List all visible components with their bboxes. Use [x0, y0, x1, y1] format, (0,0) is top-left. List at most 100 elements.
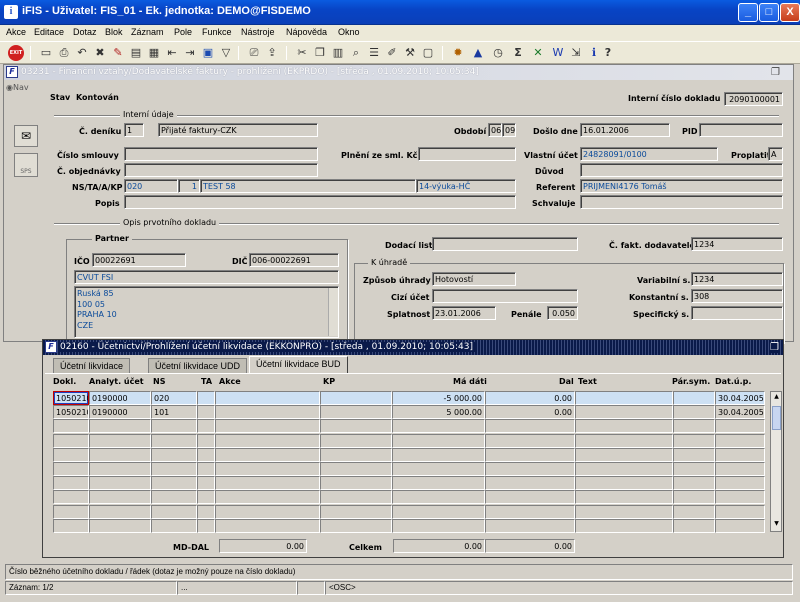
cell-ns[interactable] [151, 462, 197, 476]
cell-par-sym[interactable] [673, 433, 715, 448]
cell-dal[interactable] [485, 462, 575, 476]
cizi-ucet-field[interactable] [432, 289, 578, 303]
menu-editace[interactable]: Editace [34, 27, 64, 37]
address-scrollbar[interactable] [328, 288, 338, 336]
cell-dat-up[interactable]: 30.04.2005 [715, 391, 765, 405]
cell-dokl[interactable]: 1050210 [53, 391, 89, 405]
cell-ns[interactable] [151, 504, 197, 519]
menu-zaznam[interactable]: Záznam [131, 27, 164, 37]
window-icon[interactable]: ▢ [420, 45, 436, 61]
list-values-icon[interactable]: ☰ [366, 45, 382, 61]
cell-kp[interactable] [320, 518, 392, 533]
cell-akce[interactable] [215, 476, 320, 491]
cell-dal[interactable] [485, 447, 575, 462]
cell-par-sym[interactable] [673, 490, 715, 505]
settings-icon[interactable]: ✹ [450, 45, 466, 61]
cell-ta[interactable] [197, 405, 215, 420]
cell-analyt-ucet[interactable] [89, 504, 151, 519]
restore-window-icon[interactable]: ❐ [771, 67, 780, 78]
help-icon[interactable]: ? [600, 45, 616, 61]
cell-analyt-ucet[interactable] [89, 462, 151, 476]
scroll-up-icon[interactable]: ▲ [772, 393, 781, 403]
cell-dokl[interactable] [53, 476, 89, 491]
cell-text[interactable] [575, 391, 673, 405]
print-icon[interactable]: ⎙ [56, 45, 72, 61]
exit-icon[interactable]: EXIT [8, 45, 24, 61]
cell-dat-up[interactable] [715, 462, 765, 476]
cell-akce[interactable] [215, 504, 320, 519]
cell-text[interactable] [575, 447, 673, 462]
filter-icon[interactable]: ▽ [218, 45, 234, 61]
cell-par-sym[interactable] [673, 476, 715, 491]
schvaluje-field[interactable] [580, 195, 783, 209]
splatnost-field[interactable]: 23.01.2006 [432, 306, 496, 320]
cell-ns[interactable] [151, 419, 197, 434]
cell-dokl[interactable] [53, 490, 89, 505]
cell-analyt-ucet[interactable]: 0190000 [89, 391, 151, 405]
ta-field[interactable]: 1 [178, 179, 200, 193]
tools-icon[interactable]: ⚒ [402, 45, 418, 61]
cell-ta[interactable] [197, 433, 215, 448]
konstantni-field[interactable]: 308 [691, 289, 783, 303]
cell-ma-dati[interactable] [392, 504, 485, 519]
cell-ta[interactable] [197, 462, 215, 476]
specificky-field[interactable] [691, 306, 783, 320]
ns-field[interactable]: 020 [124, 179, 178, 193]
referent-field[interactable]: PRIJMENI4176 Tomáš [580, 179, 783, 193]
cell-analyt-ucet[interactable] [89, 518, 151, 533]
pid-field[interactable] [699, 123, 783, 137]
maximize-button[interactable]: □ [759, 3, 779, 22]
cell-akce[interactable] [215, 518, 320, 533]
cell-dokl[interactable]: 1050210 [53, 405, 89, 420]
delete-icon[interactable]: ✖ [92, 45, 108, 61]
scroll-down-icon[interactable]: ▼ [772, 520, 781, 530]
cell-analyt-ucet[interactable] [89, 447, 151, 462]
c-deniku-field[interactable]: 1 [124, 123, 144, 137]
menu-okno[interactable]: Okno [338, 27, 360, 37]
cell-text[interactable] [575, 462, 673, 476]
excel-icon[interactable]: ✕ [530, 45, 546, 61]
tab-ucetni-likvidace-udd[interactable]: Účetní likvidace UDD [148, 358, 248, 374]
cell-ns[interactable] [151, 433, 197, 448]
cell-kp[interactable] [320, 447, 392, 462]
cell-text[interactable] [575, 405, 673, 420]
edit-icon[interactable]: ✐ [384, 45, 400, 61]
partner-address-field[interactable]: Ruská 85 100 05 PRAHA 10 CZE [74, 286, 339, 338]
plneni-field[interactable] [418, 147, 516, 161]
celkem-dal-field[interactable]: 0.00 [485, 539, 575, 553]
variabilni-field[interactable]: 1234 [691, 272, 783, 286]
cell-par-sym[interactable] [673, 419, 715, 434]
cell-dat-up[interactable] [715, 490, 765, 505]
cell-ta[interactable] [197, 490, 215, 505]
cell-dokl[interactable] [53, 504, 89, 519]
cell-kp[interactable] [320, 476, 392, 491]
paste-icon[interactable]: ▥ [330, 45, 346, 61]
tab-ucetni-likvidace-bud[interactable]: Účetní likvidace BUD [249, 356, 348, 374]
cell-text[interactable] [575, 518, 673, 533]
sum-icon[interactable]: Σ [510, 45, 526, 61]
cell-ma-dati[interactable] [392, 419, 485, 434]
cell-kp[interactable] [320, 504, 392, 519]
cell-dokl[interactable] [53, 518, 89, 533]
cell-ma-dati[interactable]: -5 000.00 [392, 391, 485, 405]
copy-icon[interactable]: ❐ [312, 45, 328, 61]
close-button[interactable]: X [780, 3, 800, 22]
cell-ns[interactable] [151, 490, 197, 505]
menu-blok[interactable]: Blok [105, 27, 123, 37]
cell-par-sym[interactable] [673, 518, 715, 533]
cell-ta[interactable] [197, 518, 215, 533]
cell-ta[interactable] [197, 476, 215, 491]
cut-icon[interactable]: ✂ [294, 45, 310, 61]
obdobi-month-field[interactable]: 06 [488, 123, 502, 137]
cell-par-sym[interactable] [673, 462, 715, 476]
next-record-icon[interactable]: ⇥ [182, 45, 198, 61]
cell-ta[interactable] [197, 447, 215, 462]
cell-dat-up[interactable]: 30.04.2005 [715, 405, 765, 420]
cell-ns[interactable]: 101 [151, 405, 197, 420]
cell-ns[interactable] [151, 447, 197, 462]
c-deniku-name-field[interactable]: Přijaté faktury-CZK [158, 123, 318, 137]
cell-ns[interactable] [151, 476, 197, 491]
count-query-icon[interactable]: ▦ [146, 45, 162, 61]
popis-field[interactable] [124, 195, 516, 209]
block-icon[interactable]: ▣ [200, 45, 216, 61]
